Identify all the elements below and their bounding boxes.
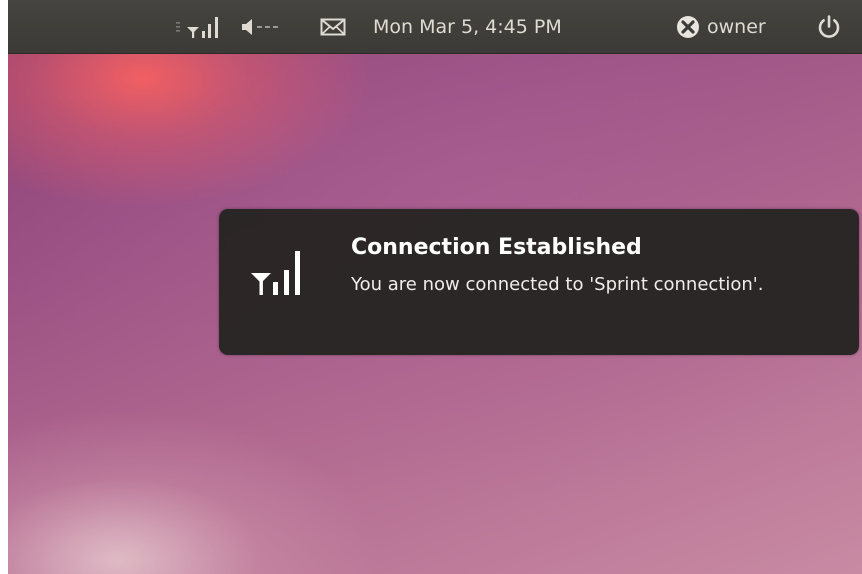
envelope-icon <box>320 18 346 35</box>
status-busy-icon <box>677 15 699 38</box>
user-menu[interactable]: owner <box>676 0 766 53</box>
session-menu-button[interactable] <box>816 0 842 53</box>
volume-indicator[interactable] <box>240 0 302 53</box>
clock[interactable]: Mon Mar 5, 4:45 PM <box>373 0 562 53</box>
signal-strength-icon <box>176 16 218 38</box>
power-icon <box>818 14 840 38</box>
notification-body: You are now connected to 'Sprint connect… <box>351 274 764 295</box>
top-panel: Mon Mar 5, 4:45 PM owner <box>8 0 862 54</box>
network-indicator[interactable] <box>176 0 236 53</box>
notification-title: Connection Established <box>351 235 642 260</box>
notification-bubble: Connection Established You are now conne… <box>219 209 859 355</box>
speaker-muted-icon <box>242 18 278 35</box>
user-name: owner <box>707 15 766 38</box>
messaging-indicator[interactable] <box>320 0 346 53</box>
signal-strength-icon <box>251 251 300 295</box>
